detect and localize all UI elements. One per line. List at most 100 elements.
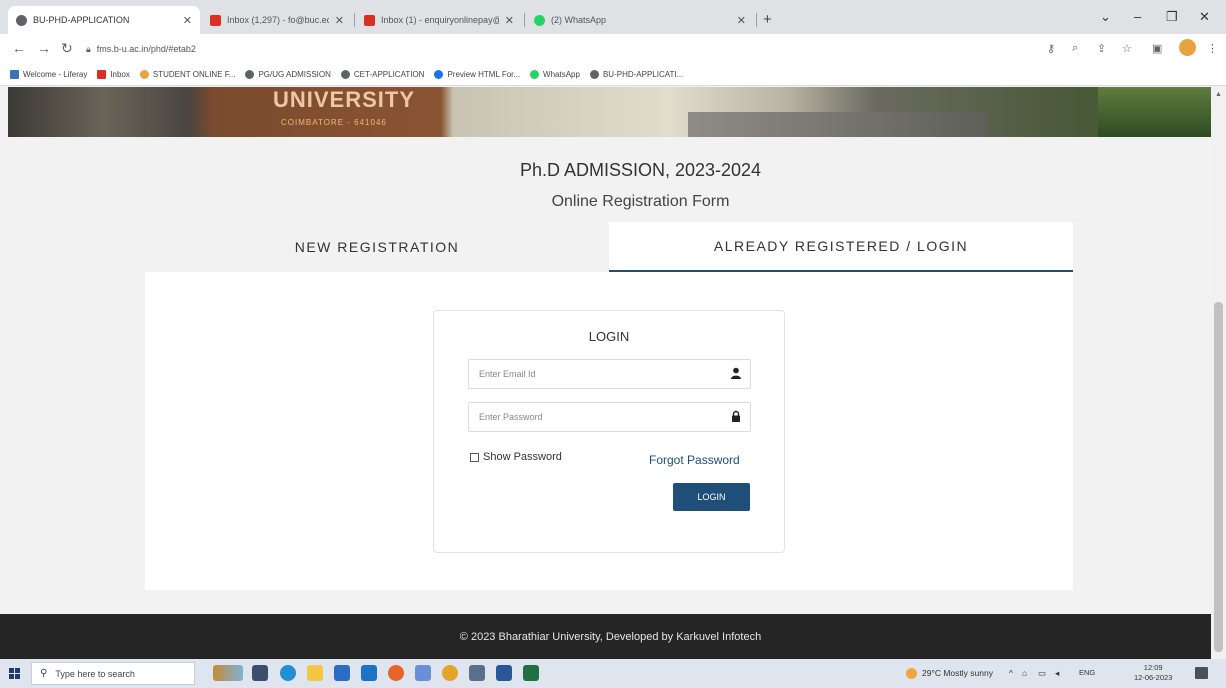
close-tab-icon[interactable]: ✕ <box>505 14 514 27</box>
scrollbar-thumb[interactable] <box>1214 302 1223 652</box>
page-subtitle: Online Registration Form <box>551 193 730 210</box>
bookmark-label: BU-PHD-APPLICATI... <box>602 70 684 79</box>
user-icon <box>731 367 741 379</box>
forgot-password-link[interactable]: Forgot Password <box>649 453 740 467</box>
taskbar-search-box[interactable]: ⚲ Type here to search <box>31 662 195 685</box>
side-panel-icon[interactable]: ▣ <box>1152 42 1162 55</box>
show-password-checkbox[interactable]: Show Password <box>470 451 562 463</box>
browser-toolbar: ← → ↻ 🔒︎ fms.b-u.ac.in/phd/#etab2 ⚷ ⌕ ⇪ … <box>0 34 1226 64</box>
volume-icon[interactable]: ◂ <box>1055 668 1059 679</box>
university-banner: UNIVERSITY COIMBATORE - 641046 <box>8 87 1211 137</box>
close-tab-icon[interactable]: ✕ <box>335 14 344 27</box>
login-form: LOGIN Show Password Forgot Passwor <box>433 310 785 553</box>
bookmark-student-online[interactable]: STUDENT ONLINE F... <box>139 70 235 79</box>
whatsapp-icon <box>534 14 545 26</box>
bookmark-preview-html[interactable]: Preview HTML For... <box>434 70 520 79</box>
tab-search-icon[interactable]: ⌄ <box>1100 9 1111 25</box>
tab-title: (2) WhatsApp <box>551 15 607 25</box>
close-tab-icon[interactable]: ✕ <box>737 14 746 27</box>
menu-kebab-icon[interactable]: ⋮ <box>1207 42 1218 55</box>
bookmark-label: WhatsApp <box>543 70 580 79</box>
bookmark-star-icon[interactable]: ☆ <box>1122 42 1132 55</box>
login-button[interactable]: LOGIN <box>673 483 750 511</box>
tab-divider <box>524 13 525 27</box>
gmail-icon <box>364 14 375 26</box>
bookmarks-bar: Welcome - Liferay Inbox STUDENT ONLINE F… <box>0 64 1226 86</box>
new-tab-button[interactable]: + <box>763 11 772 28</box>
firefox-icon[interactable] <box>388 665 404 681</box>
network-icon[interactable]: ⌂ <box>1022 668 1027 678</box>
excel-icon[interactable] <box>523 665 539 681</box>
checkbox-icon[interactable] <box>470 452 479 462</box>
bookmark-welcome-liferay[interactable]: Welcome - Liferay <box>10 70 87 79</box>
bookmark-label: Welcome - Liferay <box>23 70 88 79</box>
globe-icon <box>16 14 27 26</box>
page-scrollbar[interactable]: ▲ <box>1211 87 1226 659</box>
tab-divider <box>756 13 757 27</box>
notification-icon[interactable] <box>1195 667 1208 679</box>
task-view-icon[interactable] <box>252 665 268 681</box>
bookmark-label: CET-APPLICATION <box>353 70 425 79</box>
globe-icon <box>589 70 599 79</box>
calculator-icon[interactable] <box>469 665 485 681</box>
tab-title: Inbox (1) - enquiryonlinepay@b· <box>381 15 499 25</box>
close-window-icon[interactable]: ✕ <box>1199 9 1210 25</box>
windows-taskbar: ⚲ Type here to search 29°C Mostly sunny … <box>0 659 1226 688</box>
bookmark-inbox[interactable]: Inbox <box>97 70 130 79</box>
page-title: Ph.D ADMISSION, 2023-2024 <box>519 160 762 180</box>
bookmark-cet-application[interactable]: CET-APPLICATION <box>340 70 425 79</box>
browser-tab-whatsapp[interactable]: (2) WhatsApp ✕ <box>526 6 754 34</box>
bookmark-label: Preview HTML For... <box>447 70 521 79</box>
student-icon <box>139 70 149 79</box>
weather-text[interactable]: 29°C Mostly sunny <box>922 668 993 678</box>
chrome-icon[interactable] <box>442 665 458 681</box>
language-indicator[interactable]: ENG <box>1079 668 1095 677</box>
banner-trees <box>1098 87 1211 137</box>
lock-icon <box>732 410 740 422</box>
app-icon[interactable] <box>415 665 431 681</box>
edge-icon[interactable] <box>280 665 296 681</box>
tab-already-registered-login[interactable]: ALREADY REGISTERED / LOGIN <box>609 222 1073 272</box>
key-icon[interactable]: ⚷ <box>1047 42 1055 55</box>
share-icon[interactable]: ⇪ <box>1097 42 1106 55</box>
minimize-icon[interactable]: – <box>1134 9 1141 24</box>
browser-tab-inbox-enquiry[interactable]: Inbox (1) - enquiryonlinepay@b· ✕ <box>356 6 522 34</box>
file-explorer-icon[interactable] <box>307 665 323 681</box>
scroll-up-arrow-icon[interactable]: ▲ <box>1215 91 1222 98</box>
tab-new-registration[interactable]: NEW REGISTRATION <box>145 222 609 272</box>
clock-date: 12-06-2023 <box>1134 673 1173 682</box>
zoom-icon[interactable]: ⌕ <box>1072 42 1078 55</box>
registration-card: NEW REGISTRATION ALREADY REGISTERED / LO… <box>145 222 1073 590</box>
bookmark-whatsapp[interactable]: WhatsApp <box>530 70 580 79</box>
reload-icon[interactable]: ↻ <box>61 40 73 57</box>
show-hidden-icons-icon[interactable]: ^ <box>1009 668 1013 678</box>
restore-icon[interactable]: ❐ <box>1166 9 1178 25</box>
tab-title: Inbox (1,297) - fo@buc.edu.in - · · <box>227 15 329 25</box>
bookmark-bu-phd-application[interactable]: BU-PHD-APPLICATI... <box>589 70 684 79</box>
email-input[interactable] <box>469 360 709 388</box>
profile-avatar-icon[interactable] <box>1179 39 1196 56</box>
close-tab-icon[interactable]: ✕ <box>183 14 192 27</box>
bookmark-pg-ug-admission[interactable]: PG/UG ADMISSION <box>245 70 331 79</box>
taskbar-clock[interactable]: 12:09 12-06-2023 <box>1134 663 1172 683</box>
url-text: fms.b-u.ac.in/phd/#etab2 <box>96 44 196 54</box>
mail-icon[interactable] <box>361 665 377 681</box>
bookmark-label: PG/UG ADMISSION <box>258 70 331 79</box>
weather-icon <box>906 668 917 679</box>
gmail-icon <box>97 70 107 79</box>
taskbar-search-placeholder: Type here to search <box>55 668 135 679</box>
address-bar[interactable]: 🔒︎ fms.b-u.ac.in/phd/#etab2 <box>86 38 1016 60</box>
browser-tab-inbox-fo[interactable]: Inbox (1,297) - fo@buc.edu.in - · · ✕ <box>202 6 352 34</box>
lock-icon: 🔒︎ <box>86 43 91 54</box>
store-icon[interactable] <box>334 665 350 681</box>
back-arrow-icon[interactable]: ← <box>12 40 26 56</box>
windows-start-icon[interactable] <box>9 668 20 679</box>
battery-icon[interactable]: ▭ <box>1038 668 1046 679</box>
forward-arrow-icon[interactable]: → <box>37 40 51 56</box>
browser-tab-bu-phd[interactable]: BU-PHD-APPLICATION ✕ <box>8 6 200 34</box>
search-highlight-icon[interactable] <box>213 665 243 681</box>
email-field <box>468 359 751 389</box>
word-icon[interactable] <box>496 665 512 681</box>
whatsapp-icon <box>530 70 540 79</box>
password-input[interactable] <box>469 403 709 431</box>
